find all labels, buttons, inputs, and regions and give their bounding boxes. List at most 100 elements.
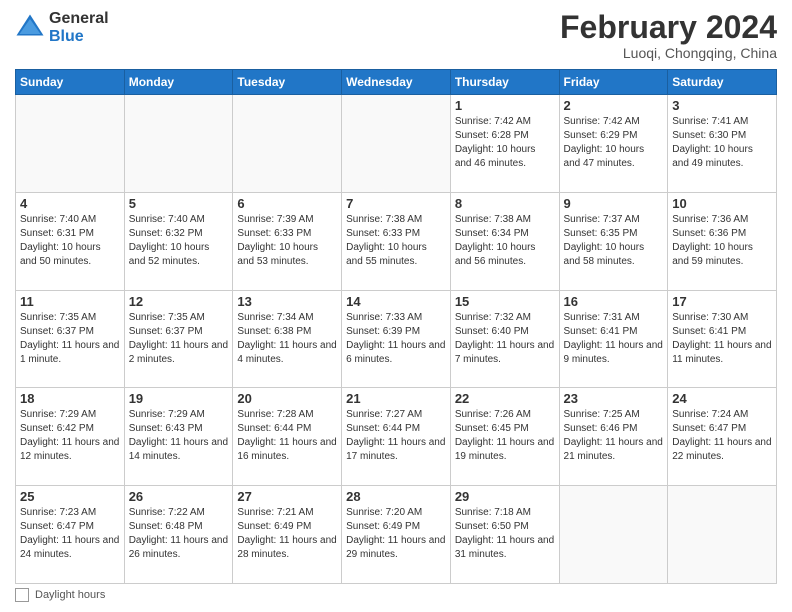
day-info: Sunrise: 7:26 AM Sunset: 6:45 PM Dayligh… [455,408,555,464]
calendar-cell: 13Sunrise: 7:34 AM Sunset: 6:38 PM Dayli… [233,290,342,388]
calendar-cell: 15 Sunrise: 7:32 AM Sunset: 6:40 PM Dayli… [450,290,559,388]
day-number: 18 [20,391,120,406]
day-number: 14 [346,294,446,309]
title-block: February 2024 Luoqi, Chongqing, China [560,10,777,61]
calendar-cell: 29 Sunrise: 7:18 AM Sunset: 6:50 PM Dayli… [450,486,559,584]
calendar-cell: 25 Sunrise: 7:23 AM Sunset: 6:47 PM Dayli… [16,486,125,584]
calendar-cell: 26Sunrise: 7:22 AM Sunset: 6:48 PM Dayli… [124,486,233,584]
calendar-cell: 7 Sunrise: 7:38 AM Sunset: 6:33 PM Daylig… [342,192,451,290]
calendar-cell [124,95,233,193]
day-number: 21 [346,391,446,406]
day-info: Sunrise: 7:42 AM Sunset: 6:29 PM Dayligh… [564,115,664,171]
calendar-cell: 10 Sunrise: 7:36 AM Sunset: 6:36 PM Dayli… [668,192,777,290]
day-info: Sunrise: 7:36 AM Sunset: 6:36 PM Dayligh… [672,213,772,269]
calendar-cell: 28 Sunrise: 7:20 AM Sunset: 6:49 PM Dayli… [342,486,451,584]
day-info: Sunrise: 7:23 AM Sunset: 6:47 PM Dayligh… [20,506,120,562]
day-info: Sunrise: 7:29 AM Sunset: 6:42 PM Dayligh… [20,408,120,464]
day-number: 3 [672,98,772,113]
calendar-week-1: 4 Sunrise: 7:40 AM Sunset: 6:31 PM Daylig… [16,192,777,290]
day-number: 25 [20,489,120,504]
calendar-cell: 2 Sunrise: 7:42 AM Sunset: 6:29 PM Daylig… [559,95,668,193]
day-info: Sunrise: 7:20 AM Sunset: 6:49 PM Dayligh… [346,506,446,562]
legend-box [15,588,29,602]
calendar-header-saturday: Saturday [668,70,777,95]
day-number: 24 [672,391,772,406]
calendar-cell [559,486,668,584]
day-info: Sunrise: 7:21 AM Sunset: 6:49 PM Dayligh… [237,506,337,562]
day-info: Sunrise: 7:33 AM Sunset: 6:39 PM Dayligh… [346,311,446,367]
day-number: 8 [455,196,555,211]
legend: Daylight hours [15,588,777,602]
day-info: Sunrise: 7:39 AM Sunset: 6:33 PM Dayligh… [237,213,337,269]
calendar-cell: 20Sunrise: 7:28 AM Sunset: 6:44 PM Dayli… [233,388,342,486]
day-info: Sunrise: 7:18 AM Sunset: 6:50 PM Dayligh… [455,506,555,562]
calendar-header-monday: Monday [124,70,233,95]
calendar-header-tuesday: Tuesday [233,70,342,95]
day-number: 2 [564,98,664,113]
calendar-cell [16,95,125,193]
day-number: 7 [346,196,446,211]
day-number: 15 [455,294,555,309]
day-info: Sunrise: 7:30 AM Sunset: 6:41 PM Dayligh… [672,311,772,367]
calendar-cell: 1Sunrise: 7:42 AM Sunset: 6:28 PM Daylig… [450,95,559,193]
logo-text: General Blue [49,10,109,45]
day-number: 27 [237,489,337,504]
logo-blue: Blue [49,28,109,46]
day-number: 29 [455,489,555,504]
day-number: 11 [20,294,120,309]
day-number: 9 [564,196,664,211]
calendar-table: SundayMondayTuesdayWednesdayThursdayFrid… [15,69,777,584]
day-number: 26 [129,489,229,504]
day-number: 28 [346,489,446,504]
day-info: Sunrise: 7:38 AM Sunset: 6:33 PM Dayligh… [346,213,446,269]
day-info: Sunrise: 7:40 AM Sunset: 6:31 PM Dayligh… [20,213,120,269]
calendar-header-friday: Friday [559,70,668,95]
calendar-cell: 12 Sunrise: 7:35 AM Sunset: 6:37 PM Dayli… [124,290,233,388]
calendar-cell: 27 Sunrise: 7:21 AM Sunset: 6:49 PM Dayli… [233,486,342,584]
main-title: February 2024 [560,10,777,45]
day-info: Sunrise: 7:37 AM Sunset: 6:35 PM Dayligh… [564,213,664,269]
calendar-cell: 17 Sunrise: 7:30 AM Sunset: 6:41 PM Dayli… [668,290,777,388]
logo-icon [15,13,45,43]
day-info: Sunrise: 7:32 AM Sunset: 6:40 PM Dayligh… [455,311,555,367]
day-number: 16 [564,294,664,309]
logo-general: General [49,10,109,28]
day-info: Sunrise: 7:35 AM Sunset: 6:37 PM Dayligh… [129,311,229,367]
calendar-cell: 5 Sunrise: 7:40 AM Sunset: 6:32 PM Daylig… [124,192,233,290]
day-number: 12 [129,294,229,309]
day-number: 10 [672,196,772,211]
calendar-cell: 9 Sunrise: 7:37 AM Sunset: 6:35 PM Daylig… [559,192,668,290]
header: General Blue February 2024 Luoqi, Chongq… [15,10,777,61]
calendar-cell: 14 Sunrise: 7:33 AM Sunset: 6:39 PM Dayli… [342,290,451,388]
calendar-header-sunday: Sunday [16,70,125,95]
page: General Blue February 2024 Luoqi, Chongq… [0,0,792,612]
day-number: 17 [672,294,772,309]
day-info: Sunrise: 7:35 AM Sunset: 6:37 PM Dayligh… [20,311,120,367]
day-info: Sunrise: 7:24 AM Sunset: 6:47 PM Dayligh… [672,408,772,464]
logo: General Blue [15,10,109,45]
day-info: Sunrise: 7:27 AM Sunset: 6:44 PM Dayligh… [346,408,446,464]
calendar-cell: 23Sunrise: 7:25 AM Sunset: 6:46 PM Dayli… [559,388,668,486]
calendar-cell: 24 Sunrise: 7:24 AM Sunset: 6:47 PM Dayli… [668,388,777,486]
day-number: 1 [455,98,555,113]
day-number: 6 [237,196,337,211]
calendar-cell: 3Sunrise: 7:41 AM Sunset: 6:30 PM Daylig… [668,95,777,193]
day-number: 19 [129,391,229,406]
calendar-cell: 19 Sunrise: 7:29 AM Sunset: 6:43 PM Dayli… [124,388,233,486]
calendar-cell [668,486,777,584]
day-number: 20 [237,391,337,406]
day-number: 4 [20,196,120,211]
calendar-header-wednesday: Wednesday [342,70,451,95]
calendar-week-3: 18 Sunrise: 7:29 AM Sunset: 6:42 PM Dayli… [16,388,777,486]
day-number: 23 [564,391,664,406]
legend-label: Daylight hours [35,589,105,601]
calendar-cell: 21 Sunrise: 7:27 AM Sunset: 6:44 PM Dayli… [342,388,451,486]
day-info: Sunrise: 7:40 AM Sunset: 6:32 PM Dayligh… [129,213,229,269]
day-info: Sunrise: 7:29 AM Sunset: 6:43 PM Dayligh… [129,408,229,464]
calendar-cell [233,95,342,193]
calendar-cell: 16Sunrise: 7:31 AM Sunset: 6:41 PM Dayli… [559,290,668,388]
calendar-week-0: 1Sunrise: 7:42 AM Sunset: 6:28 PM Daylig… [16,95,777,193]
calendar-cell [342,95,451,193]
day-number: 5 [129,196,229,211]
calendar-header-thursday: Thursday [450,70,559,95]
